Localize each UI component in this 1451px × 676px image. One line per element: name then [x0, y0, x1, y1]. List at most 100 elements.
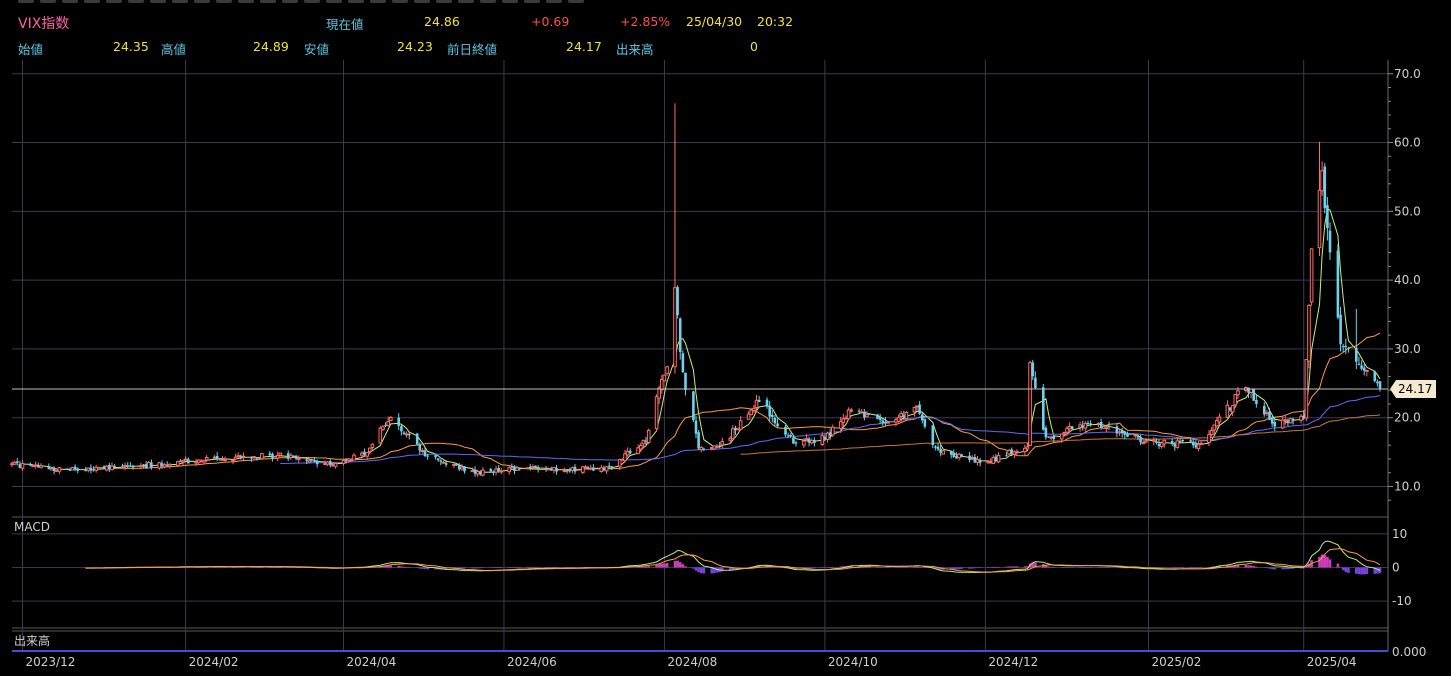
- candle-body: [289, 454, 293, 458]
- candle: [599, 464, 604, 473]
- candle: [654, 394, 659, 432]
- candle: [975, 456, 980, 466]
- candle: [1360, 360, 1363, 371]
- candle: [1042, 384, 1045, 431]
- macd-histogram-bar: [1170, 567, 1174, 568]
- candle: [957, 452, 961, 461]
- candle: [12, 460, 17, 466]
- candle-body: [1078, 424, 1082, 428]
- macd-histogram-bar: [978, 567, 982, 568]
- candle: [1268, 407, 1271, 421]
- candle: [773, 414, 777, 426]
- candle-body: [365, 452, 369, 457]
- candle: [1378, 380, 1382, 392]
- macd-histogram-bar: [258, 567, 261, 568]
- candle: [1170, 438, 1174, 447]
- candle-body: [546, 468, 551, 471]
- candle-body: [378, 427, 383, 444]
- candle-body: [202, 459, 206, 463]
- macd-histogram-bar: [694, 567, 698, 571]
- candle-body: [1178, 441, 1182, 442]
- candle: [420, 448, 425, 454]
- candle-body: [73, 466, 77, 470]
- ma-mid-line: [96, 332, 1381, 471]
- candle-body: [534, 465, 537, 468]
- candle: [157, 461, 162, 471]
- candle-body: [297, 457, 301, 460]
- candle-body: [1155, 441, 1158, 443]
- candle-body: [215, 456, 219, 459]
- candle: [765, 397, 769, 409]
- candle-body: [1181, 439, 1184, 442]
- candle: [1362, 363, 1366, 376]
- macd-histogram-bar: [231, 567, 235, 568]
- candle-body: [1365, 369, 1369, 372]
- candle-body: [996, 454, 1001, 463]
- macd-tick-label: 0: [1392, 560, 1400, 574]
- macd-histogram-bar: [473, 567, 477, 569]
- candle-body: [481, 469, 485, 476]
- vix-chart[interactable]: 10.020.030.040.050.060.070.0 MACD 100-10 …: [0, 0, 1451, 676]
- candle-body: [583, 466, 588, 469]
- macd-histogram-bar: [565, 567, 569, 568]
- price-tick-label: 30.0: [1394, 342, 1421, 356]
- candle-body: [610, 466, 614, 468]
- macd-histogram-bar: [678, 562, 682, 568]
- candle-body: [654, 396, 659, 430]
- macd-histogram-bar: [700, 567, 703, 574]
- candle: [952, 449, 956, 458]
- candle: [757, 395, 761, 403]
- candle-body: [397, 417, 400, 426]
- candle-body: [12, 461, 17, 465]
- volume-tick-label: 0.000: [1392, 645, 1426, 659]
- macd-histogram-bar: [1173, 567, 1177, 568]
- candle-body: [1283, 419, 1288, 422]
- macd-histogram-bar: [1047, 566, 1050, 568]
- candle-body: [931, 425, 935, 446]
- macd-histogram-bar: [655, 564, 658, 568]
- candle: [33, 461, 38, 469]
- candle: [168, 463, 172, 469]
- candle-body: [738, 420, 743, 430]
- macd-histogram-bar: [237, 567, 240, 568]
- candle-body: [1207, 434, 1211, 444]
- macd-histogram-bar: [897, 567, 900, 568]
- macd-histogram-bar: [992, 567, 995, 568]
- candle-body: [899, 413, 904, 418]
- candle: [1023, 444, 1027, 456]
- candle-body: [187, 459, 190, 464]
- macd-histogram-bar: [702, 567, 706, 574]
- candle: [131, 464, 135, 470]
- candle-body: [757, 399, 761, 402]
- macd-histogram-bar: [1060, 567, 1063, 568]
- macd-histogram-bar: [1249, 565, 1253, 568]
- candle-body: [455, 464, 458, 466]
- candle-body: [754, 399, 759, 408]
- macd-histogram-bar: [215, 567, 219, 568]
- candle-body: [204, 457, 209, 461]
- candle-body: [439, 460, 443, 462]
- candle-body: [1123, 431, 1127, 435]
- candle-body: [223, 458, 227, 461]
- price-axis-ticks: 10.0 20.0 30.0 40.0 50.0 60.0 70.0: [1388, 67, 1421, 501]
- macd-histogram-bar: [536, 567, 540, 568]
- macd-histogram: [84, 554, 1382, 575]
- candle: [1339, 306, 1342, 352]
- candle-body: [418, 444, 422, 451]
- macd-histogram-bar: [1065, 567, 1069, 568]
- candle-body: [1120, 430, 1124, 433]
- candle-body: [715, 445, 719, 448]
- candle: [878, 413, 882, 425]
- macd-histogram-bar: [239, 567, 243, 568]
- candle: [931, 424, 935, 449]
- macd-histogram-bar: [921, 567, 924, 568]
- candle-body: [1089, 423, 1092, 425]
- candle-body: [470, 470, 475, 473]
- candle-body: [113, 465, 116, 468]
- candle-body: [1136, 436, 1140, 438]
- macd-panel-title: MACD: [14, 520, 50, 534]
- candle: [400, 424, 403, 436]
- candle-body: [975, 459, 980, 463]
- macd-histogram-bar: [1244, 565, 1248, 568]
- macd-histogram-bar: [1255, 566, 1258, 568]
